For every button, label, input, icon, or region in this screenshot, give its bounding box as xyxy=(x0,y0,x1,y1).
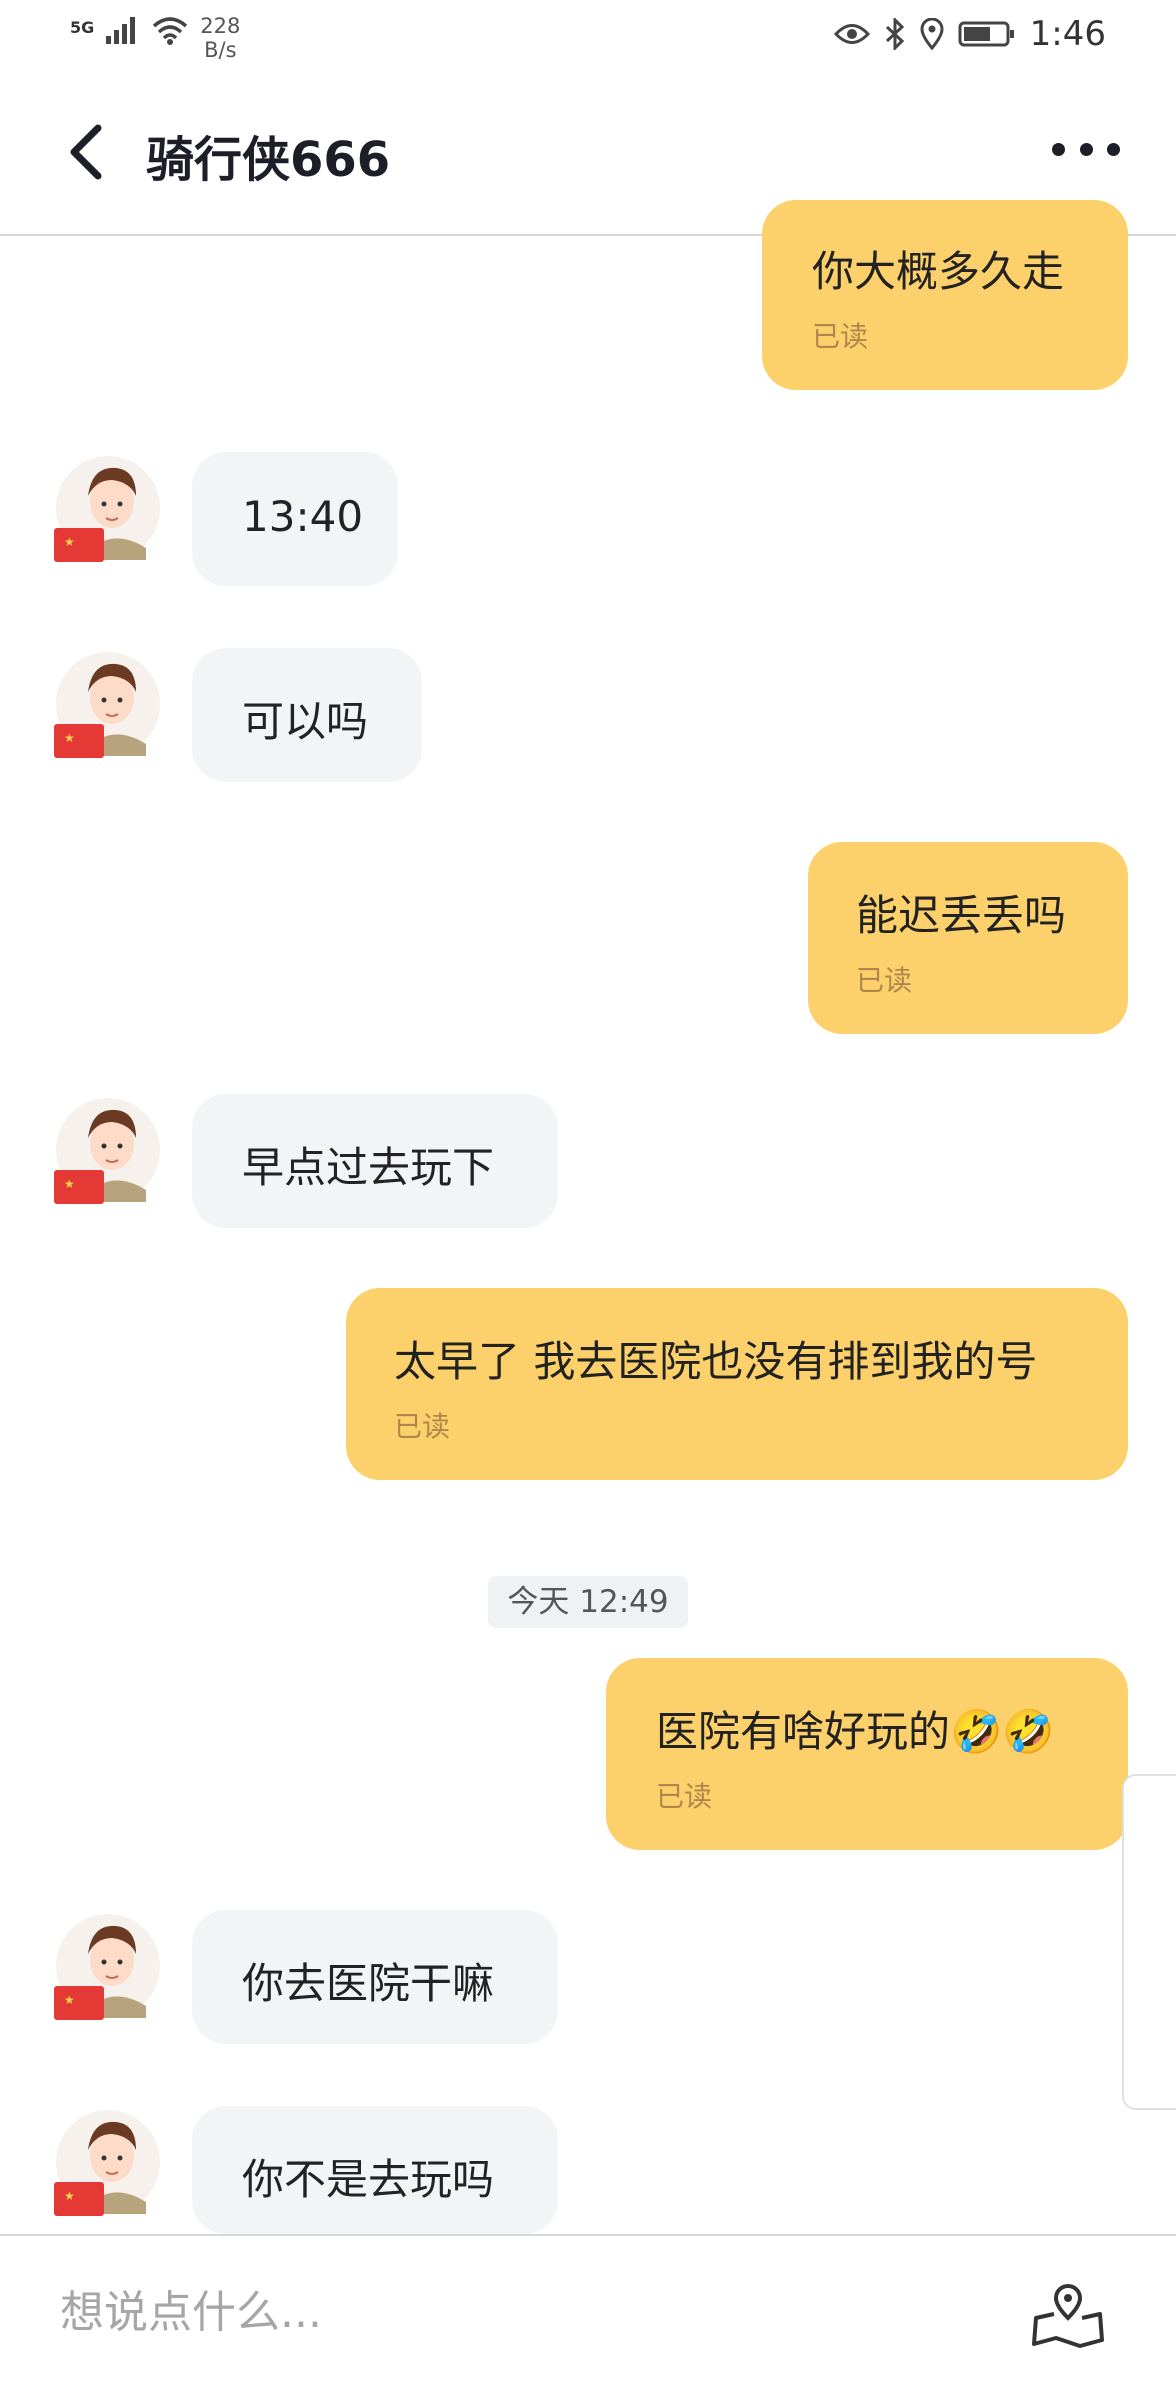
outgoing-message[interactable]: 太早了 我去医院也没有排到我的号 已读 xyxy=(346,1288,1128,1480)
svg-text:★: ★ xyxy=(64,2189,75,2203)
chat-title: 骑行侠666 xyxy=(146,132,391,188)
message-input[interactable]: 想说点什么... xyxy=(60,2276,322,2340)
status-time: 1:46 xyxy=(1029,14,1106,54)
read-receipt: 已读 xyxy=(394,1410,451,1443)
more-dot xyxy=(1079,142,1093,156)
avatar-icon: ★ xyxy=(54,1098,160,1204)
bluetooth-icon xyxy=(885,18,904,50)
svg-text:★: ★ xyxy=(64,1177,75,1191)
eye-icon xyxy=(833,24,870,44)
wifi-icon xyxy=(153,17,188,45)
message-text: 你大概多久走 xyxy=(812,247,1065,296)
time-divider: 今天 12:49 xyxy=(488,1576,688,1628)
message-text: 13:40 xyxy=(242,492,364,541)
back-button[interactable] xyxy=(62,122,122,182)
speed-unit: B/s xyxy=(204,38,237,62)
incoming-message[interactable]: 早点过去玩下 xyxy=(192,1094,558,1228)
more-dot xyxy=(1107,142,1120,156)
message-text: 你去医院干嘛 xyxy=(242,1959,495,2008)
status-left: 5G 228 B/s xyxy=(70,14,240,62)
svg-text:★: ★ xyxy=(64,731,75,745)
speed-value: 228 xyxy=(200,14,241,38)
contact-avatar[interactable]: ★ xyxy=(50,1910,162,2022)
message-text: 太早了 我去医院也没有排到我的号 xyxy=(394,1337,1038,1386)
incoming-message[interactable]: 13:40 xyxy=(192,452,398,586)
side-drawer-handle[interactable] xyxy=(1122,1774,1176,2110)
avatar-icon: ★ xyxy=(54,652,160,758)
read-receipt: 已读 xyxy=(656,1780,713,1813)
avatar-icon: ★ xyxy=(54,1914,160,2020)
location-share-button[interactable] xyxy=(1030,2284,1106,2350)
contact-avatar[interactable]: ★ xyxy=(50,648,162,760)
location-pin-icon xyxy=(920,18,944,50)
read-receipt: 已读 xyxy=(856,964,913,997)
svg-text:★: ★ xyxy=(64,535,75,549)
status-bar: 5G 228 B/s 1:46 xyxy=(0,0,1176,72)
message-input-bar: 想说点什么... xyxy=(0,2234,1176,2400)
status-right: 1:46 xyxy=(833,14,1106,54)
avatar-icon: ★ xyxy=(54,456,160,562)
location-map-icon xyxy=(1032,2284,1104,2348)
message-text: 你不是去玩吗 xyxy=(242,2155,495,2204)
chevron-left-icon xyxy=(70,124,102,180)
outgoing-message[interactable]: 你大概多久走 已读 xyxy=(762,200,1128,390)
message-text: 可以吗 xyxy=(242,697,369,746)
signal-icon xyxy=(106,17,136,44)
contact-avatar[interactable]: ★ xyxy=(50,452,162,564)
message-text: 能迟丢丢吗 xyxy=(856,891,1067,940)
incoming-message[interactable]: 你去医院干嘛 xyxy=(192,1910,558,2044)
network-type: 5G xyxy=(70,18,95,37)
outgoing-message[interactable]: 医院有啥好玩的🤣🤣 已读 xyxy=(606,1658,1128,1850)
network-speed: 228 B/s xyxy=(200,14,240,62)
contact-avatar[interactable]: ★ xyxy=(50,2106,162,2218)
message-text: 医院有啥好玩的🤣🤣 xyxy=(656,1707,1055,1756)
battery-icon xyxy=(958,21,1014,47)
outgoing-message[interactable]: 能迟丢丢吗 已读 xyxy=(808,842,1128,1034)
more-button[interactable] xyxy=(1052,134,1120,164)
svg-text:★: ★ xyxy=(64,1993,75,2007)
avatar-icon: ★ xyxy=(54,2110,160,2216)
read-receipt: 已读 xyxy=(812,320,869,353)
incoming-message[interactable]: 可以吗 xyxy=(192,648,422,782)
more-dot xyxy=(1052,142,1065,156)
message-text: 早点过去玩下 xyxy=(242,1143,495,1192)
incoming-message[interactable]: 你不是去玩吗 xyxy=(192,2106,558,2234)
contact-avatar[interactable]: ★ xyxy=(50,1094,162,1206)
